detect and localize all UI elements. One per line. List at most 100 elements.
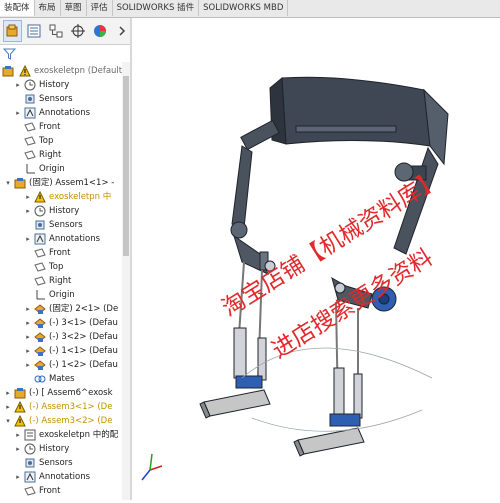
tree-item-label: (固定) 2<1> (De [49,304,119,314]
tree-item-label: (-) 1<2> (Defau [49,360,118,370]
tree-item[interactable]: ▸ (固定) 2<1> (De [24,302,118,316]
warning-icon [14,415,26,427]
plane-icon [24,149,36,161]
expand-arrow-icon[interactable]: ▸ [24,232,32,246]
plane-icon [24,135,36,147]
tree-item[interactable]: ▸ (-) 3<1> (Defau [24,316,118,330]
expand-arrow-icon[interactable]: ▸ [24,190,32,204]
left-foot-plate [203,389,271,417]
tab-solidworks-mbd[interactable]: SOLIDWORKS MBD [199,0,289,16]
sensors-icon [24,457,36,469]
annotations-icon [34,233,46,245]
tree-item[interactable]: ▾ (-) Assem3<2> (De [4,414,112,428]
tree-item[interactable]: ▸ History [24,204,79,218]
tree-item-label: (-) Assem3<1> (De [29,402,113,412]
tree-item[interactable]: ▸ History [14,442,69,456]
sensors-icon [34,219,46,231]
tree-item[interactable]: ▸ History [14,78,69,92]
tree-item[interactable]: ▸ (-) 1<1> (Defau [24,344,118,358]
more-chevron-icon[interactable] [112,20,131,42]
tree-item[interactable]: Origin [14,162,65,176]
tree-item[interactable]: ▸ Annotations [24,232,100,246]
tree-item[interactable]: Right [14,148,61,162]
expand-arrow-icon[interactable]: ▸ [4,400,12,414]
tree-item-label: (-) 1<1> (Defau [49,346,118,356]
tree-item-label: (-) 3<2> (Defau [49,332,118,342]
tree-item[interactable]: Right [24,274,71,288]
collapse-arrow-icon[interactable]: ▾ [4,414,12,428]
scrollbar-thumb[interactable] [123,76,129,256]
expand-arrow-icon[interactable]: ▸ [14,428,22,442]
tree-item[interactable]: ▸ (-) [ Assem6^exosk [4,386,113,400]
warning-icon [34,191,46,203]
expand-arrow-icon[interactable]: ▸ [14,442,22,456]
filter-icon[interactable] [2,48,17,63]
graphics-viewport[interactable]: 淘宝店铺【机械资料库】 进店搜索更多资料 [132,18,500,500]
tree-item[interactable]: ▸ exoskeletpn 中 [24,190,111,204]
command-manager-tabs: 装配体 布局 草图 评估 SOLIDWORKS 插件 SOLIDWORKS MB… [0,0,500,18]
tree-item[interactable]: ▸ (-) 3<2> (Defau [24,330,118,344]
tree-item[interactable]: Front [24,246,71,260]
feature-manager-toolbar [0,18,131,45]
expand-arrow-icon[interactable]: ▸ [14,106,22,120]
configuration-icon [24,429,36,441]
tree-item-label: exoskeletpn 中的配 [39,430,119,440]
tab-layout[interactable]: 布局 [35,0,61,16]
tab-sketch[interactable]: 草图 [61,0,87,16]
dimxpert-icon[interactable] [68,20,87,42]
configuration-manager-icon[interactable] [47,20,66,42]
part-icon [34,345,46,357]
tree-item-label: History [39,444,70,454]
tree-item-label: History [39,80,70,90]
warning-icon [14,401,26,413]
tree-item[interactable]: Sensors [14,456,73,470]
expand-arrow-icon[interactable]: ▸ [4,386,12,400]
tree-item-label: (固定) Assem1<1> - [29,178,115,188]
expand-arrow-icon[interactable]: ▸ [24,204,32,218]
tree-item-label: Sensors [39,94,73,104]
plane-icon [24,121,36,133]
tree-item[interactable]: Top [14,134,53,148]
tree-item[interactable]: Sensors [14,92,73,106]
tree-item[interactable]: Mates [24,372,75,386]
tree-item[interactable]: Front [14,484,61,498]
tree-item[interactable]: ▸ Annotations [14,470,90,484]
tree-item[interactable]: Top [24,260,63,274]
expand-arrow-icon[interactable]: ▸ [24,358,32,372]
origin-icon [34,289,46,301]
tree-item[interactable]: ▸ exoskeletpn 中的配 [14,428,118,442]
tree-item[interactable]: ▸ (-) Assem3<1> (De [4,400,112,414]
property-manager-icon[interactable] [25,20,44,42]
display-manager-icon[interactable] [90,20,109,42]
tab-solidworks-addins[interactable]: SOLIDWORKS 插件 [113,0,200,16]
tree-item-label: Mates [49,374,75,384]
waist-band [281,76,431,147]
part-icon [34,359,46,371]
tree-item-label: Annotations [39,472,91,482]
tree-root-label: exoskeletpn (Default<D [34,66,122,76]
tree-item-label: Annotations [39,108,91,118]
part-icon [34,303,46,315]
feature-tree: exoskeletpn (Default<D ▸ History Sensors ▸ A… [0,62,122,500]
expand-arrow-icon[interactable]: ▸ [14,78,22,92]
expand-arrow-icon[interactable]: ▸ [24,344,32,358]
tree-item[interactable]: ▸ (-) 1<2> (Defau [24,358,118,372]
warning-icon [19,65,31,77]
tab-assembly[interactable]: 装配体 [0,0,35,16]
tree-item[interactable]: Front [14,120,61,134]
tree-item[interactable]: Origin [24,288,75,302]
tree-item-label: Annotations [49,234,101,244]
expand-arrow-icon[interactable]: ▸ [24,330,32,344]
expand-arrow-icon[interactable]: ▸ [24,316,32,330]
tree-item[interactable]: ▾ (固定) Assem1<1> - [4,176,114,190]
axis-triad-icon [141,453,163,481]
tree-item[interactable]: ▸ Annotations [14,106,90,120]
tree-root-assembly[interactable]: exoskeletpn (Default<D [0,64,122,78]
tree-vertical-scrollbar[interactable] [122,62,130,500]
collapse-arrow-icon[interactable]: ▾ [4,176,12,190]
feature-manager-icon[interactable] [3,20,22,42]
expand-arrow-icon[interactable]: ▸ [14,470,22,484]
expand-arrow-icon[interactable]: ▸ [24,302,32,316]
tab-evaluate[interactable]: 评估 [87,0,113,16]
tree-item[interactable]: Sensors [24,218,83,232]
